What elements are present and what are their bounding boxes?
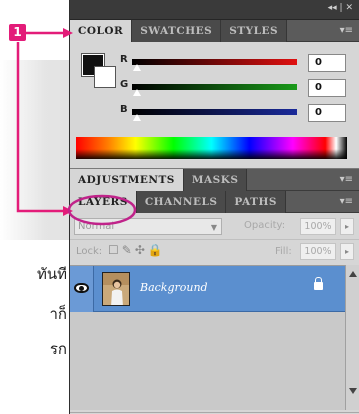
- opacity-label: Opacity:: [244, 220, 286, 231]
- fill-arrow-icon[interactable]: ▸: [340, 243, 354, 260]
- green-slider-track[interactable]: [132, 84, 297, 90]
- red-slider-track[interactable]: [132, 59, 297, 65]
- body-text-line-3: รก: [49, 340, 67, 358]
- callout-number-badge: 1: [9, 24, 26, 41]
- tab-layers[interactable]: LAYERS: [70, 191, 137, 213]
- green-slider-handle[interactable]: [132, 89, 142, 97]
- layer-thumbnail: [102, 272, 130, 306]
- layers-scrollbar[interactable]: [345, 265, 359, 410]
- photoshop-panel-dock: ◂◂ | ✕ COLOR SWATCHES STYLES ▾≡ R 0 G 0 …: [69, 0, 359, 414]
- adjustments-tab-bar: ADJUSTMENTS MASKS ▾≡: [70, 169, 359, 191]
- green-slider-row: G 0: [120, 79, 346, 97]
- scroll-down-arrow-icon[interactable]: [349, 388, 357, 394]
- green-value-input[interactable]: 0: [308, 79, 346, 97]
- blue-slider-handle[interactable]: [132, 114, 142, 122]
- blend-row: Normal ▼ Opacity: 100% ▸: [70, 215, 359, 237]
- tab-channels[interactable]: CHANNELS: [136, 191, 227, 213]
- color-panel: R 0 G 0 B 0: [70, 42, 359, 169]
- layer-list: Background: [70, 265, 345, 410]
- tab-paths[interactable]: PATHS: [226, 191, 286, 213]
- chevron-down-icon: ▼: [210, 223, 217, 232]
- red-value-input[interactable]: 0: [308, 54, 346, 72]
- red-label: R: [120, 54, 128, 65]
- lock-icon: [314, 277, 323, 290]
- visibility-toggle[interactable]: [70, 266, 94, 312]
- eye-icon: [74, 283, 89, 293]
- layer-name[interactable]: Background: [140, 281, 208, 294]
- color-tab-bar: COLOR SWATCHES STYLES ▾≡: [70, 20, 359, 42]
- blend-mode-select[interactable]: Normal ▼: [74, 218, 222, 235]
- tab-adjustments[interactable]: ADJUSTMENTS: [70, 169, 184, 191]
- dock-controls[interactable]: ◂◂ | ✕: [328, 3, 353, 13]
- tab-swatches[interactable]: SWATCHES: [132, 20, 222, 42]
- scroll-up-arrow-icon[interactable]: [349, 271, 357, 277]
- tab-styles[interactable]: STYLES: [221, 20, 288, 42]
- adjustments-menu-icon[interactable]: ▾≡: [340, 174, 353, 185]
- body-text-line-1: ทันที: [36, 265, 67, 283]
- lock-options-icons[interactable]: ☐✎✣🔒: [108, 243, 166, 257]
- fill-label: Fill:: [275, 246, 292, 257]
- tab-masks[interactable]: MASKS: [183, 169, 248, 191]
- color-spectrum-ramp[interactable]: [76, 137, 347, 159]
- blue-slider-track[interactable]: [132, 109, 297, 115]
- red-slider-handle[interactable]: [132, 64, 142, 72]
- layers-menu-icon[interactable]: ▾≡: [340, 196, 353, 207]
- blend-mode-value: Normal: [78, 221, 115, 232]
- tab-color[interactable]: COLOR: [70, 20, 133, 42]
- panel-menu-icon[interactable]: ▾≡: [340, 25, 353, 36]
- opacity-arrow-icon[interactable]: ▸: [340, 218, 354, 235]
- layers-tab-bar: LAYERS CHANNELS PATHS ▾≡: [70, 191, 359, 213]
- blue-value-input[interactable]: 0: [308, 104, 346, 122]
- background-color-swatch[interactable]: [94, 66, 116, 88]
- lock-row: Lock: ☐✎✣🔒 Fill: 100% ▸: [70, 239, 359, 261]
- page-shadow: [0, 60, 75, 240]
- layer-row-background[interactable]: Background: [70, 266, 345, 312]
- blue-slider-row: B 0: [120, 104, 346, 122]
- lock-label: Lock:: [76, 246, 103, 257]
- layers-panel: Normal ▼ Opacity: 100% ▸ Lock: ☐✎✣🔒 Fill…: [70, 213, 359, 414]
- fill-input[interactable]: 100%: [300, 243, 336, 260]
- blue-label: B: [120, 104, 128, 115]
- opacity-input[interactable]: 100%: [300, 218, 336, 235]
- green-label: G: [120, 79, 129, 90]
- red-slider-row: R 0: [120, 54, 346, 72]
- dock-title-bar: ◂◂ | ✕: [70, 0, 359, 20]
- body-text-line-2: าก็: [49, 305, 67, 323]
